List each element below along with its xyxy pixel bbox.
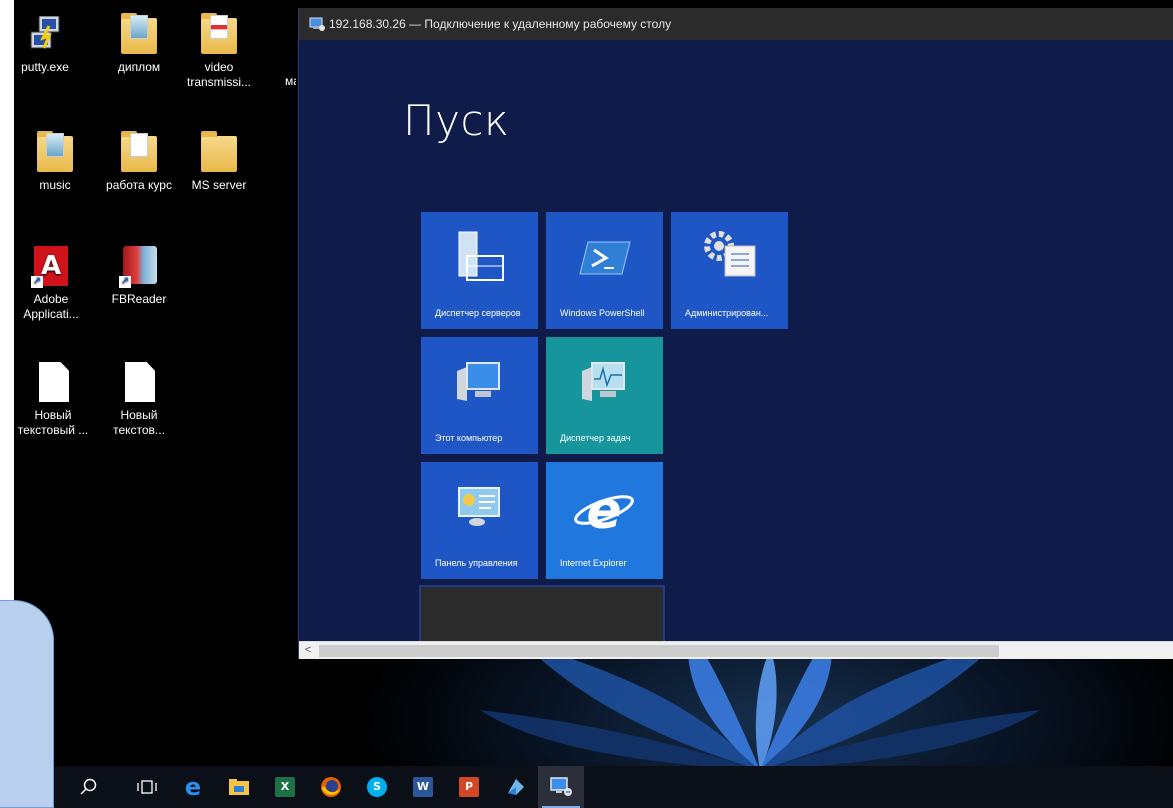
taskbar-edge[interactable]: e xyxy=(170,766,216,808)
skype-icon: S xyxy=(367,777,387,797)
taskbar-excel[interactable]: X xyxy=(262,766,308,808)
tile-admin-tools[interactable]: Администрирован... xyxy=(671,212,788,329)
firefox-icon xyxy=(321,777,341,797)
search-icon xyxy=(80,778,97,795)
remote-desktop-window[interactable]: 192.168.30.26 — Подключение к удаленному… xyxy=(298,8,1173,659)
desktop-icon-label: диплом xyxy=(117,60,161,74)
tile-label: Internet Explorer xyxy=(560,558,627,568)
window-title: 192.168.30.26 — Подключение к удаленному… xyxy=(329,17,672,31)
tile-label: Диспетчер задач xyxy=(560,433,631,443)
desktop-icon-label: ма xyxy=(285,74,296,88)
desktop-icon-music[interactable]: music xyxy=(12,130,98,193)
taskbar-remote-desktop[interactable] xyxy=(538,766,584,808)
folder-icon xyxy=(199,12,239,56)
putty-icon xyxy=(25,12,65,56)
desktop-icon-label: MS server xyxy=(191,178,247,192)
powerpoint-icon: P xyxy=(459,777,479,797)
tile-internet-explorer[interactable]: e Internet Explorer xyxy=(546,462,663,579)
desktop-icon-fbreader[interactable]: ↗ FBReader xyxy=(96,244,182,307)
tile-server-manager[interactable]: Диспетчер серверов xyxy=(421,212,538,329)
edge-icon: e xyxy=(185,775,201,799)
desktop-icon-rabota[interactable]: работа курс xyxy=(96,130,182,193)
word-icon: W xyxy=(413,777,433,797)
taskbar-search[interactable] xyxy=(54,766,124,808)
text-file-icon xyxy=(119,360,159,404)
desktop-icon-label: Adobe Applicati... xyxy=(23,292,79,321)
desktop-icon-ms-server[interactable]: MS server xyxy=(176,130,262,193)
taskbar-powerpoint[interactable]: P xyxy=(446,766,492,808)
side-edge-panel[interactable] xyxy=(0,600,54,808)
folder-icon xyxy=(35,130,75,174)
remote-start-screen[interactable]: Пуск Диспетчер серверов Windows PowerShe… xyxy=(299,40,1173,641)
task-view-icon xyxy=(137,780,157,794)
desktop-icon-label: Новый текстовый ... xyxy=(17,408,89,437)
desktop-icon-video[interactable]: video transmissi... xyxy=(176,12,262,90)
svg-text:e: e xyxy=(185,775,201,799)
desktop-icon-adobe[interactable]: A ↗ Adobe Applicati... xyxy=(8,244,94,322)
desktop-icon-label: putty.exe xyxy=(21,60,69,74)
scrollbar-thumb[interactable] xyxy=(319,645,999,657)
fbreader-icon: ↗ xyxy=(119,244,159,288)
taskbar: e X S W P xyxy=(54,766,1173,808)
remote-desktop-icon xyxy=(550,777,572,796)
desktop-icon-label: работа курс xyxy=(106,178,172,192)
powershell-icon xyxy=(579,241,631,275)
tile-label: Диспетчер серверов xyxy=(435,308,521,318)
desktop-icon-partial[interactable]: ма xyxy=(256,28,296,89)
excel-icon: X xyxy=(275,777,295,797)
taskbar-skype[interactable]: S xyxy=(354,766,400,808)
server-manager-icon xyxy=(458,231,504,281)
desktop-icon-text2[interactable]: Новый текстов... xyxy=(96,360,182,438)
tile-powershell[interactable]: Windows PowerShell xyxy=(546,212,663,329)
tile-this-computer[interactable]: Этот компьютер xyxy=(421,337,538,454)
app-icon xyxy=(508,779,524,795)
desktop-icon-text1[interactable]: Новый текстовый ... xyxy=(10,360,96,438)
tile-label: Этот компьютер xyxy=(435,433,503,443)
tile-label: Администрирован... xyxy=(685,308,769,318)
desktop-icon-diplom[interactable]: диплом xyxy=(96,12,182,75)
desktop-icon-label: video transmissi... xyxy=(186,60,251,89)
desktop-icon-label: FBReader xyxy=(111,292,167,306)
tile-control-panel[interactable]: Панель управления xyxy=(421,462,538,579)
svg-text:e: e xyxy=(586,481,621,541)
tile-partial-dark[interactable] xyxy=(419,585,665,641)
desktop-icon-putty[interactable]: putty.exe xyxy=(2,12,88,75)
admin-tools-icon xyxy=(704,231,756,277)
taskbar-word[interactable]: W xyxy=(400,766,446,808)
tile-label: Windows PowerShell xyxy=(560,308,645,318)
taskbar-task-view[interactable] xyxy=(124,766,170,808)
folder-icon xyxy=(119,130,159,174)
window-title-bar[interactable]: 192.168.30.26 — Подключение к удаленному… xyxy=(299,8,1173,40)
tile-task-manager[interactable]: Диспетчер задач xyxy=(546,337,663,454)
taskbar-file-explorer[interactable] xyxy=(216,766,262,808)
task-manager-icon xyxy=(582,362,625,401)
file-explorer-icon xyxy=(229,779,249,795)
adobe-icon: A ↗ xyxy=(31,244,71,288)
desktop-icon-label: music xyxy=(39,178,71,192)
taskbar-firefox[interactable] xyxy=(308,766,354,808)
remote-desktop-icon xyxy=(309,17,325,31)
desktop-icon-label: Новый текстов... xyxy=(113,408,165,437)
folder-icon xyxy=(199,130,239,174)
start-heading: Пуск xyxy=(403,96,510,145)
text-file-icon xyxy=(33,360,73,404)
computer-icon xyxy=(457,362,500,401)
internet-explorer-icon: e xyxy=(574,481,634,541)
scroll-left-arrow[interactable]: < xyxy=(299,642,317,660)
tile-label: Панель управления xyxy=(435,558,518,568)
control-panel-icon xyxy=(458,487,500,526)
horizontal-scrollbar[interactable]: < xyxy=(299,641,1173,659)
folder-icon xyxy=(119,12,159,56)
taskbar-app[interactable] xyxy=(492,766,538,808)
